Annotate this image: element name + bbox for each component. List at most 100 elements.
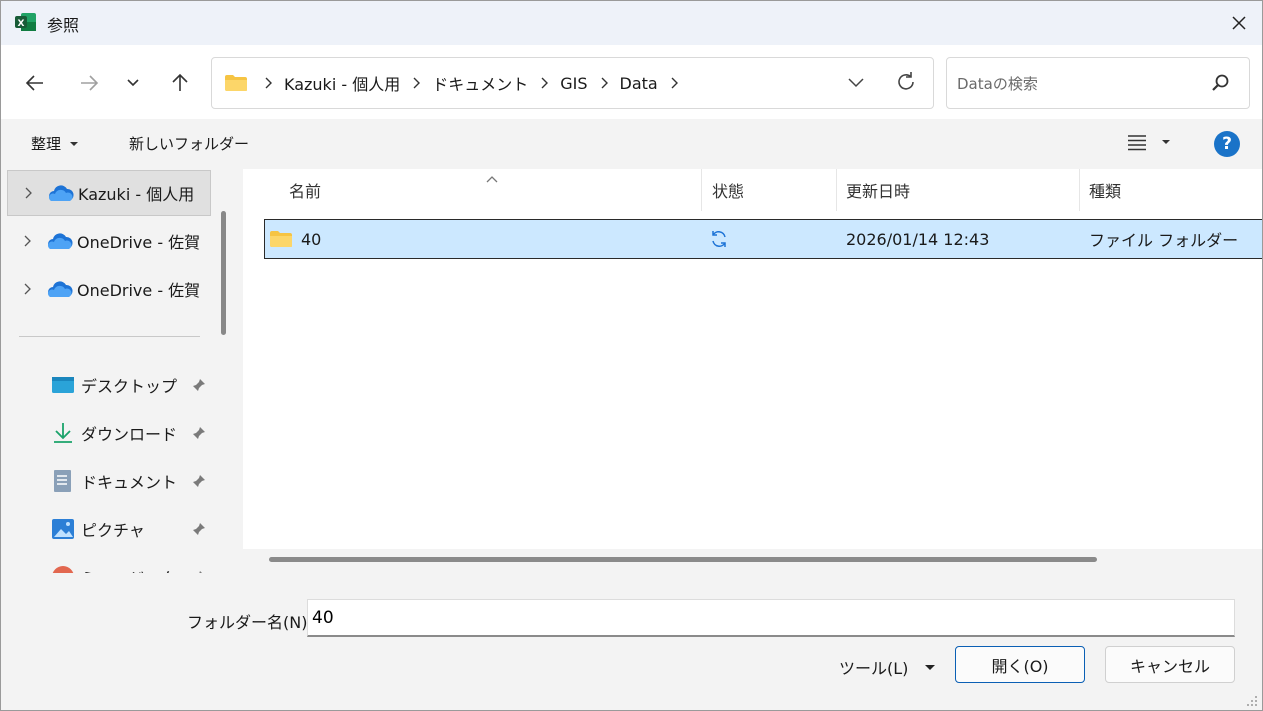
cloud-icon (48, 184, 78, 202)
column-header-label: 更新日時 (846, 182, 911, 201)
resize-grip-icon[interactable] (1246, 695, 1258, 707)
column-header-name[interactable]: 名前 (289, 169, 321, 211)
back-button[interactable] (17, 67, 53, 99)
cloud-icon (47, 232, 77, 250)
nav-item-onedrive-org-2[interactable]: OneDrive - 佐賀 (7, 266, 211, 312)
column-divider[interactable] (701, 169, 702, 211)
type-cell: ファイル フォルダー (1089, 231, 1239, 250)
column-divider[interactable] (1079, 169, 1080, 211)
navigation-pane: Kazuki - 個人用 OneDrive - 佐賀 OneDrive - 佐賀 (1, 169, 237, 573)
chevron-right-icon[interactable] (8, 187, 48, 199)
column-header-type[interactable]: 種類 (1089, 169, 1121, 211)
chevron-right-icon[interactable] (7, 283, 47, 295)
list-view-icon (1128, 135, 1146, 151)
folder-icon (270, 231, 292, 247)
file-list: 名前 状態 更新日時 種類 40 2026/01/14 12:43 ファイル フ… (243, 169, 1262, 549)
view-options-button[interactable] (1127, 133, 1171, 151)
chevron-right-icon (532, 77, 556, 89)
nav-pane-scrollbar[interactable] (221, 211, 226, 335)
nav-divider (19, 336, 200, 337)
column-header-status[interactable]: 状態 (712, 169, 744, 211)
quick-access-label: ミュージック (81, 565, 189, 573)
folder-name-input[interactable] (307, 599, 1235, 637)
breadcrumb-item[interactable]: Kazuki - 個人用 (280, 71, 404, 95)
cancel-button[interactable]: キャンセル (1105, 646, 1235, 683)
column-header-modified[interactable]: 更新日時 (846, 169, 910, 211)
svg-text:X: X (18, 19, 25, 29)
arrow-up-icon (172, 73, 188, 91)
horizontal-scrollbar[interactable] (243, 549, 1262, 573)
quick-access-downloads[interactable]: ダウンロード (51, 413, 211, 453)
window-title: 参照 (47, 16, 80, 35)
column-header-label: 種類 (1089, 182, 1122, 201)
breadcrumb-item[interactable]: Data (616, 74, 662, 93)
close-button[interactable] (1216, 1, 1262, 45)
breadcrumb-item[interactable]: ドキュメント (428, 71, 532, 95)
chevron-right-icon (256, 77, 280, 89)
table-row[interactable]: 40 2026/01/14 12:43 ファイル フォルダー (264, 219, 1262, 259)
quick-access-pictures[interactable]: ピクチャ (51, 509, 211, 549)
quick-access-label: ダウンロード (81, 425, 178, 444)
arrow-right-icon (81, 75, 99, 91)
recent-locations-button[interactable] (115, 67, 151, 99)
quick-access-music[interactable]: ミュージック (51, 557, 211, 573)
nav-item-onedrive-personal[interactable]: Kazuki - 個人用 (7, 170, 211, 216)
chevron-right-icon (404, 77, 428, 89)
organize-label: 整理 (31, 135, 62, 153)
breadcrumb-item[interactable]: GIS (556, 74, 591, 93)
refresh-button[interactable] (894, 70, 918, 98)
close-icon (1232, 16, 1246, 30)
pin-icon[interactable] (189, 378, 209, 392)
refresh-icon (898, 72, 914, 90)
nav-item-label: OneDrive - 佐賀 (77, 233, 201, 252)
caret-down-icon (925, 664, 936, 670)
navigation-bar: Kazuki - 個人用 ドキュメント GIS Data (1, 45, 1262, 119)
quick-access-label: ドキュメント (81, 473, 178, 492)
column-divider[interactable] (836, 169, 837, 211)
dialog-footer: フォルダー名(N): ツール(L) 開く(O) キャンセル (1, 573, 1262, 710)
pin-icon[interactable] (189, 522, 209, 536)
column-header-label: 名前 (289, 182, 322, 201)
address-history-button[interactable] (844, 70, 868, 98)
arrow-left-icon (25, 75, 43, 91)
file-name: 40 (301, 229, 322, 249)
search-input[interactable] (957, 72, 1197, 96)
up-button[interactable] (162, 67, 198, 99)
new-folder-button[interactable]: 新しいフォルダー (129, 133, 249, 154)
scrollbar-thumb[interactable] (269, 557, 1097, 562)
nav-item-label: Kazuki - 個人用 (78, 185, 195, 204)
chevron-down-icon (848, 78, 864, 88)
name-cell: 40 (269, 220, 321, 258)
sync-icon (709, 220, 729, 258)
caret-down-icon (1162, 140, 1170, 144)
pictures-icon (51, 518, 81, 540)
open-button[interactable]: 開く(O) (955, 646, 1085, 683)
quick-access-documents[interactable]: ドキュメント (51, 461, 211, 501)
chevron-right-icon[interactable] (662, 77, 686, 89)
chevron-down-icon (127, 79, 139, 87)
forward-button[interactable] (71, 67, 107, 99)
help-button[interactable]: ? (1214, 131, 1240, 157)
document-icon (51, 469, 81, 493)
nav-item-label: OneDrive - 佐賀 (77, 281, 201, 300)
chevron-right-icon[interactable] (7, 235, 47, 247)
search-icon[interactable] (1211, 73, 1231, 93)
quick-access-label: ピクチャ (81, 521, 145, 540)
tools-button[interactable]: ツール(L) (839, 655, 936, 679)
folder-icon (225, 75, 247, 91)
command-bar: 整理 新しいフォルダー ? (1, 119, 1262, 169)
cloud-icon (47, 280, 77, 298)
quick-access-label: デスクトップ (81, 377, 178, 396)
title-bar: X 参照 (1, 1, 1262, 45)
organize-button[interactable]: 整理 (31, 133, 79, 154)
caret-down-icon (70, 141, 79, 146)
pin-icon[interactable] (189, 426, 209, 440)
nav-item-onedrive-org[interactable]: OneDrive - 佐賀 (7, 218, 211, 264)
download-icon (51, 422, 81, 444)
pin-icon[interactable] (189, 474, 209, 488)
desktop-icon (51, 376, 81, 394)
address-bar[interactable]: Kazuki - 個人用 ドキュメント GIS Data (211, 57, 934, 109)
quick-access-desktop[interactable]: デスクトップ (51, 365, 211, 405)
sort-ascending-icon (485, 169, 499, 187)
excel-icon: X (15, 13, 36, 31)
